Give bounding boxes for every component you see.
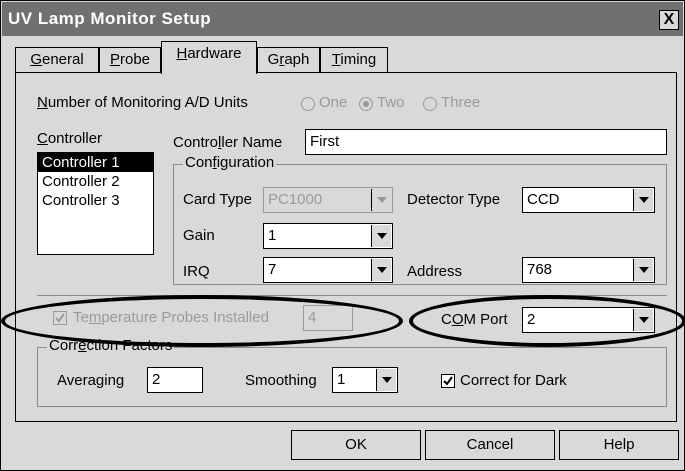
temperature-probes-count[interactable]: 4 bbox=[303, 305, 353, 331]
help-button[interactable]: Help bbox=[559, 430, 679, 460]
chevron-down-icon bbox=[376, 369, 396, 391]
setup-dialog: UV Lamp Monitor Setup X General Probe Ha… bbox=[0, 0, 685, 471]
averaging-label: Averaging bbox=[57, 372, 125, 389]
ok-button[interactable]: OK bbox=[291, 430, 421, 460]
radio-two[interactable] bbox=[359, 97, 373, 111]
units-label: Number of Monitoring A/D Units bbox=[37, 94, 248, 111]
detector-type-select[interactable]: CCD bbox=[522, 187, 655, 213]
tab-probe[interactable]: Probe bbox=[99, 47, 161, 73]
radio-three-label: Three bbox=[441, 94, 481, 111]
com-port-label: COM Port bbox=[441, 311, 508, 328]
temperature-probes-checkbox[interactable] bbox=[53, 311, 67, 325]
detector-type-label: Detector Type bbox=[407, 191, 501, 208]
chevron-down-icon bbox=[633, 189, 653, 211]
correct-for-dark-checkbox[interactable] bbox=[441, 374, 455, 388]
temperature-probes-label: Temperature Probes Installed bbox=[73, 309, 269, 326]
controller-label: Controller bbox=[37, 130, 103, 147]
card-type-select[interactable]: PC1000 bbox=[263, 187, 393, 213]
com-port-select[interactable]: 2 bbox=[522, 307, 655, 333]
chevron-down-icon bbox=[633, 259, 653, 281]
smoothing-label: Smoothing bbox=[245, 372, 317, 389]
radio-one[interactable] bbox=[301, 97, 315, 111]
close-button[interactable]: X bbox=[659, 10, 679, 30]
title-bar[interactable]: UV Lamp Monitor Setup X bbox=[2, 2, 683, 36]
configuration-label: Configuration bbox=[183, 154, 277, 171]
cancel-button[interactable]: Cancel bbox=[425, 430, 555, 460]
list-item[interactable]: Controller 1 bbox=[38, 153, 153, 172]
radio-two-label: Two bbox=[377, 94, 405, 111]
radio-one-label: One bbox=[319, 94, 348, 111]
address-label: Address bbox=[407, 263, 463, 280]
tab-timing[interactable]: Timing bbox=[320, 47, 388, 73]
window-title: UV Lamp Monitor Setup bbox=[8, 9, 212, 28]
divider bbox=[37, 295, 667, 296]
list-item[interactable]: Controller 2 bbox=[38, 172, 153, 191]
tab-general[interactable]: General bbox=[15, 47, 99, 73]
irq-select[interactable]: 7 bbox=[263, 257, 393, 283]
address-select[interactable]: 768 bbox=[522, 257, 655, 283]
tab-graph[interactable]: Graph bbox=[257, 47, 320, 73]
gain-label: Gain bbox=[183, 227, 215, 244]
list-item[interactable]: Controller 3 bbox=[38, 191, 153, 210]
controller-name-input[interactable]: First bbox=[305, 129, 667, 155]
correct-for-dark-label: Correct for Dark bbox=[460, 372, 567, 389]
card-type-label: Card Type bbox=[183, 191, 252, 208]
controller-name-label: Controller Name bbox=[173, 134, 283, 151]
radio-three[interactable] bbox=[423, 97, 437, 111]
chevron-down-icon bbox=[371, 225, 391, 247]
averaging-input[interactable]: 2 bbox=[147, 367, 203, 393]
tab-hardware[interactable]: Hardware bbox=[161, 41, 257, 74]
controller-list[interactable]: Controller 1 Controller 2 Controller 3 bbox=[37, 152, 154, 255]
chevron-down-icon bbox=[371, 259, 391, 281]
smoothing-select[interactable]: 1 bbox=[332, 367, 398, 393]
chevron-down-icon bbox=[371, 189, 391, 211]
correction-factors-label: Correction Factors bbox=[47, 337, 175, 354]
chevron-down-icon bbox=[633, 309, 653, 331]
gain-select[interactable]: 1 bbox=[263, 223, 393, 249]
irq-label: IRQ bbox=[183, 263, 210, 280]
